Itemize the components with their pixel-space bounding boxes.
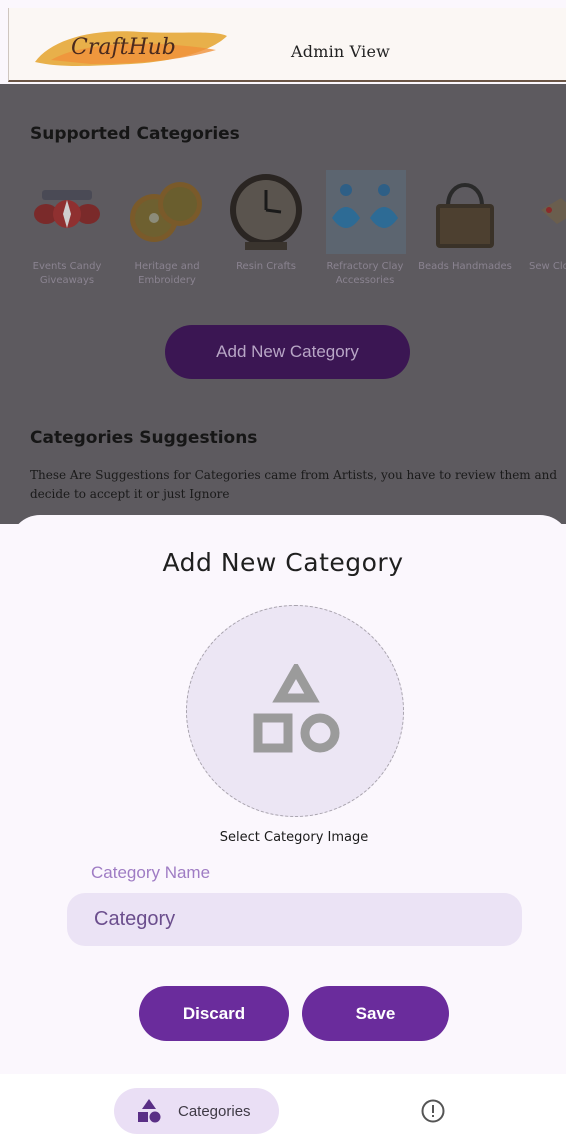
app-header: CraftHub Admin View <box>8 8 566 82</box>
category-label: Refractory Clay Accessories <box>326 261 404 286</box>
category-item-events-candy[interactable]: Events Candy Giveaways <box>18 168 116 288</box>
shapes-icon <box>253 664 340 753</box>
bag-image <box>436 183 494 248</box>
nav-item-categories[interactable]: Categories <box>114 1088 279 1134</box>
category-label: Beads Handmades <box>418 261 512 272</box>
crafthub-logo: CraftHub <box>35 31 227 67</box>
category-image-picker[interactable] <box>186 605 404 817</box>
add-new-category-button[interactable]: Add New Category <box>165 325 410 379</box>
categories-icon <box>138 1099 161 1123</box>
suggestions-description: These Are Suggestions for Categories cam… <box>30 468 558 501</box>
embroidery-hoop-image <box>130 182 202 242</box>
page-title: Admin View <box>291 42 391 61</box>
category-item-resin[interactable]: Resin Crafts <box>217 168 315 274</box>
page-scrim[interactable] <box>0 84 566 524</box>
discard-button[interactable]: Discard <box>139 986 289 1041</box>
resin-clock-image <box>230 174 302 250</box>
save-button[interactable]: Save <box>302 986 449 1041</box>
category-label: Events Candy Giveaways <box>32 261 102 286</box>
category-name-label: Category Name <box>91 863 211 882</box>
bottom-nav: Categories <box>0 1074 566 1139</box>
nav-categories-label: Categories <box>178 1102 251 1120</box>
select-image-label: Select Category Image <box>219 830 369 845</box>
category-item-sewing[interactable]: Sew Clot <box>515 168 566 274</box>
category-label: Sew Clot <box>529 261 566 272</box>
category-name-input[interactable] <box>67 893 522 946</box>
alert-circle-icon[interactable] <box>420 1098 446 1124</box>
category-item-refractory-clay[interactable]: Refractory Clay Accessories <box>316 168 414 288</box>
sewing-image <box>541 198 566 224</box>
sheet-title: Add New Category <box>162 548 404 577</box>
supported-categories-heading: Supported Categories <box>30 124 240 144</box>
candy-image <box>34 190 100 228</box>
category-item-beads[interactable]: Beads Handmades <box>416 168 514 274</box>
app-frame: CraftHub Admin View Supported Categories… <box>0 0 566 1139</box>
category-item-heritage[interactable]: Heritage and Embroidery <box>118 168 216 288</box>
category-label: Resin Crafts <box>236 261 296 272</box>
logo-text: CraftHub <box>71 35 176 60</box>
earrings-image <box>326 170 406 254</box>
categories-suggestions-heading: Categories Suggestions <box>30 428 258 448</box>
category-label: Heritage and Embroidery <box>134 261 200 286</box>
